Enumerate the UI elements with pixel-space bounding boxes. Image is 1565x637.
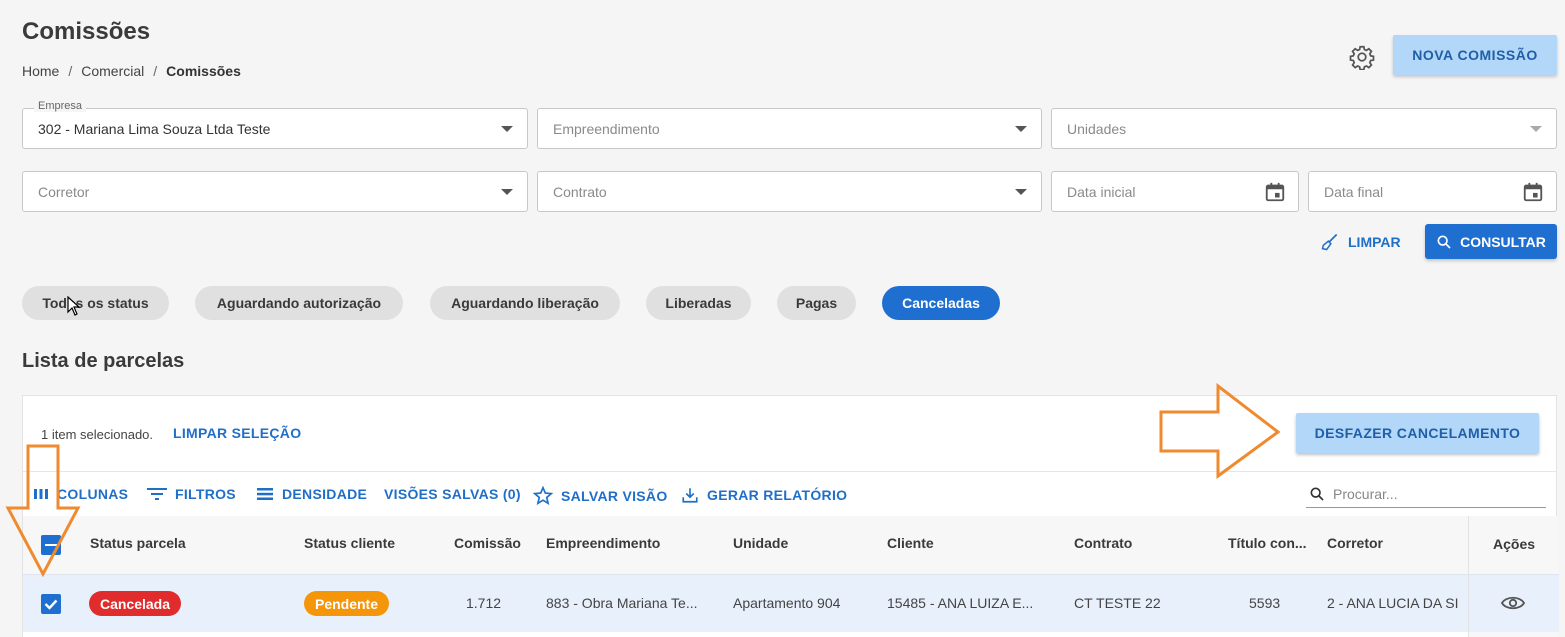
status-badge-pendente: Pendente xyxy=(304,591,389,616)
selection-bar: 1 item selecionado. LIMPAR SELEÇÃO DESFA… xyxy=(23,396,1556,472)
filters-button[interactable]: FILTROS xyxy=(147,486,236,502)
header-unidade[interactable]: Unidade xyxy=(733,535,788,551)
filter-icon xyxy=(147,488,167,500)
search-input[interactable]: Procurar... xyxy=(1306,480,1546,508)
density-button[interactable]: DENSIDADE xyxy=(256,486,367,502)
filters-label: FILTROS xyxy=(175,486,236,502)
data-inicial-field[interactable]: Data inicial xyxy=(1051,171,1299,212)
gear-icon[interactable] xyxy=(1349,44,1375,70)
clear-selection-link[interactable]: LIMPAR SELEÇÃO xyxy=(173,425,301,441)
header-titulo[interactable]: Título con... xyxy=(1228,535,1307,551)
download-icon xyxy=(682,488,698,503)
chevron-down-icon xyxy=(1015,126,1027,132)
header-contrato[interactable]: Contrato xyxy=(1074,535,1132,551)
data-final-placeholder: Data final xyxy=(1324,184,1384,200)
empresa-value: 302 - Mariana Lima Souza Ltda Teste xyxy=(38,121,271,137)
empresa-select[interactable]: Empresa 302 - Mariana Lima Souza Ltda Te… xyxy=(22,100,528,149)
cell-cliente: 15485 - ANA LUIZA E... xyxy=(887,595,1034,611)
generate-report-button[interactable]: GERAR RELATÓRIO xyxy=(681,486,847,504)
clear-filters-button[interactable]: LIMPAR xyxy=(1320,230,1401,254)
eye-icon[interactable] xyxy=(1501,593,1525,613)
search-icon xyxy=(1437,235,1451,249)
header-acoes: Ações xyxy=(1493,536,1536,552)
consultar-label: CONSULTAR xyxy=(1460,233,1546,250)
breadcrumb-separator: / xyxy=(153,63,158,79)
broom-icon xyxy=(1321,233,1338,251)
chip-aguardando-liberacao[interactable]: Aguardando liberação xyxy=(430,286,620,320)
consultar-button[interactable]: CONSULTAR xyxy=(1425,224,1557,259)
annotation-arrow-down-icon xyxy=(5,444,81,578)
contrato-select[interactable]: Contrato xyxy=(537,171,1042,212)
cell-comissao: 1.712 xyxy=(466,595,502,611)
row-checkbox[interactable] xyxy=(41,594,61,614)
empreendimento-select[interactable]: Empreendimento xyxy=(537,108,1042,149)
cell-contrato: CT TESTE 22 xyxy=(1074,595,1161,611)
data-grid: 1 item selecionado. LIMPAR SELEÇÃO DESFA… xyxy=(22,395,1559,637)
breadcrumb: Home / Comercial / Comissões xyxy=(22,63,241,79)
header-corretor[interactable]: Corretor xyxy=(1327,535,1383,551)
generate-report-label: GERAR RELATÓRIO xyxy=(707,487,848,503)
header-status-parcela[interactable]: Status parcela xyxy=(90,535,186,551)
calendar-icon[interactable] xyxy=(1264,181,1286,203)
saved-views-button[interactable]: VISÕES SALVAS (0) xyxy=(384,486,521,502)
unidades-select[interactable]: Unidades xyxy=(1051,108,1557,149)
cell-empreendimento: 883 - Obra Mariana Te... xyxy=(546,595,698,611)
new-commission-button[interactable]: NOVA COMISSÃO xyxy=(1393,35,1557,75)
breadcrumb-separator: / xyxy=(68,63,73,79)
status-badge-cancelada: Cancelada xyxy=(89,591,181,616)
chip-todos-status[interactable]: Todos os status xyxy=(22,286,169,320)
saved-views-label: VISÕES SALVAS (0) xyxy=(384,486,521,502)
contrato-placeholder: Contrato xyxy=(553,184,607,200)
search-icon xyxy=(1310,487,1324,501)
breadcrumb-comercial[interactable]: Comercial xyxy=(81,63,144,79)
chip-aguardando-autorizacao[interactable]: Aguardando autorização xyxy=(195,286,403,320)
unidades-placeholder: Unidades xyxy=(1067,121,1127,137)
search-placeholder: Procurar... xyxy=(1333,486,1398,502)
header-empreendimento[interactable]: Empreendimento xyxy=(546,535,660,551)
chip-liberadas[interactable]: Liberadas xyxy=(646,286,751,320)
actions-cell xyxy=(1469,574,1559,632)
cell-corretor: 2 - ANA LUCIA DA SI xyxy=(1327,595,1459,611)
breadcrumb-current: Comissões xyxy=(166,63,241,79)
chip-canceladas[interactable]: Canceladas xyxy=(882,286,1000,320)
data-inicial-placeholder: Data inicial xyxy=(1067,184,1136,200)
empresa-label: Empresa xyxy=(34,100,87,112)
list-title: Lista de parcelas xyxy=(22,350,185,372)
data-final-field[interactable]: Data final xyxy=(1308,171,1557,212)
actions-column: Ações xyxy=(1468,516,1559,637)
corretor-select[interactable]: Corretor xyxy=(22,171,528,212)
chevron-down-icon xyxy=(501,189,513,195)
grid-toolbar: COLUNAS FILTROS DENSIDADE VISÕES SALVAS … xyxy=(23,472,1556,516)
chevron-down-icon xyxy=(1530,126,1542,132)
calendar-icon[interactable] xyxy=(1522,181,1544,203)
chevron-down-icon xyxy=(1015,189,1027,195)
header-comissao[interactable]: Comissão xyxy=(454,535,521,551)
selection-count: 1 item selecionado. xyxy=(41,427,154,442)
table-row[interactable]: Cancelada Pendente 1.712 883 - Obra Mari… xyxy=(23,574,1556,632)
chevron-down-icon xyxy=(501,126,513,132)
empreendimento-placeholder: Empreendimento xyxy=(553,121,660,137)
page-title: Comissões xyxy=(22,18,151,45)
header-cliente[interactable]: Cliente xyxy=(887,535,934,551)
cell-titulo: 5593 xyxy=(1249,595,1281,611)
save-view-label: SALVAR VISÃO xyxy=(561,487,668,504)
save-view-button[interactable]: SALVAR VISÃO xyxy=(533,486,668,505)
density-label: DENSIDADE xyxy=(282,486,368,502)
corretor-placeholder: Corretor xyxy=(38,184,90,200)
mouse-cursor-icon xyxy=(67,296,81,316)
breadcrumb-home[interactable]: Home xyxy=(22,63,59,79)
check-icon xyxy=(44,599,58,610)
star-icon xyxy=(533,486,553,505)
table-header: Status parcela Status cliente Comissão E… xyxy=(23,516,1556,574)
undo-cancel-button[interactable]: DESFAZER CANCELAMENTO xyxy=(1296,413,1539,453)
cell-unidade: Apartamento 904 xyxy=(733,595,841,611)
density-icon xyxy=(257,488,273,500)
header-status-cliente[interactable]: Status cliente xyxy=(304,535,395,551)
annotation-arrow-right-icon xyxy=(1159,383,1281,479)
clear-filters-label: LIMPAR xyxy=(1348,234,1401,250)
chip-pagas[interactable]: Pagas xyxy=(777,286,856,320)
